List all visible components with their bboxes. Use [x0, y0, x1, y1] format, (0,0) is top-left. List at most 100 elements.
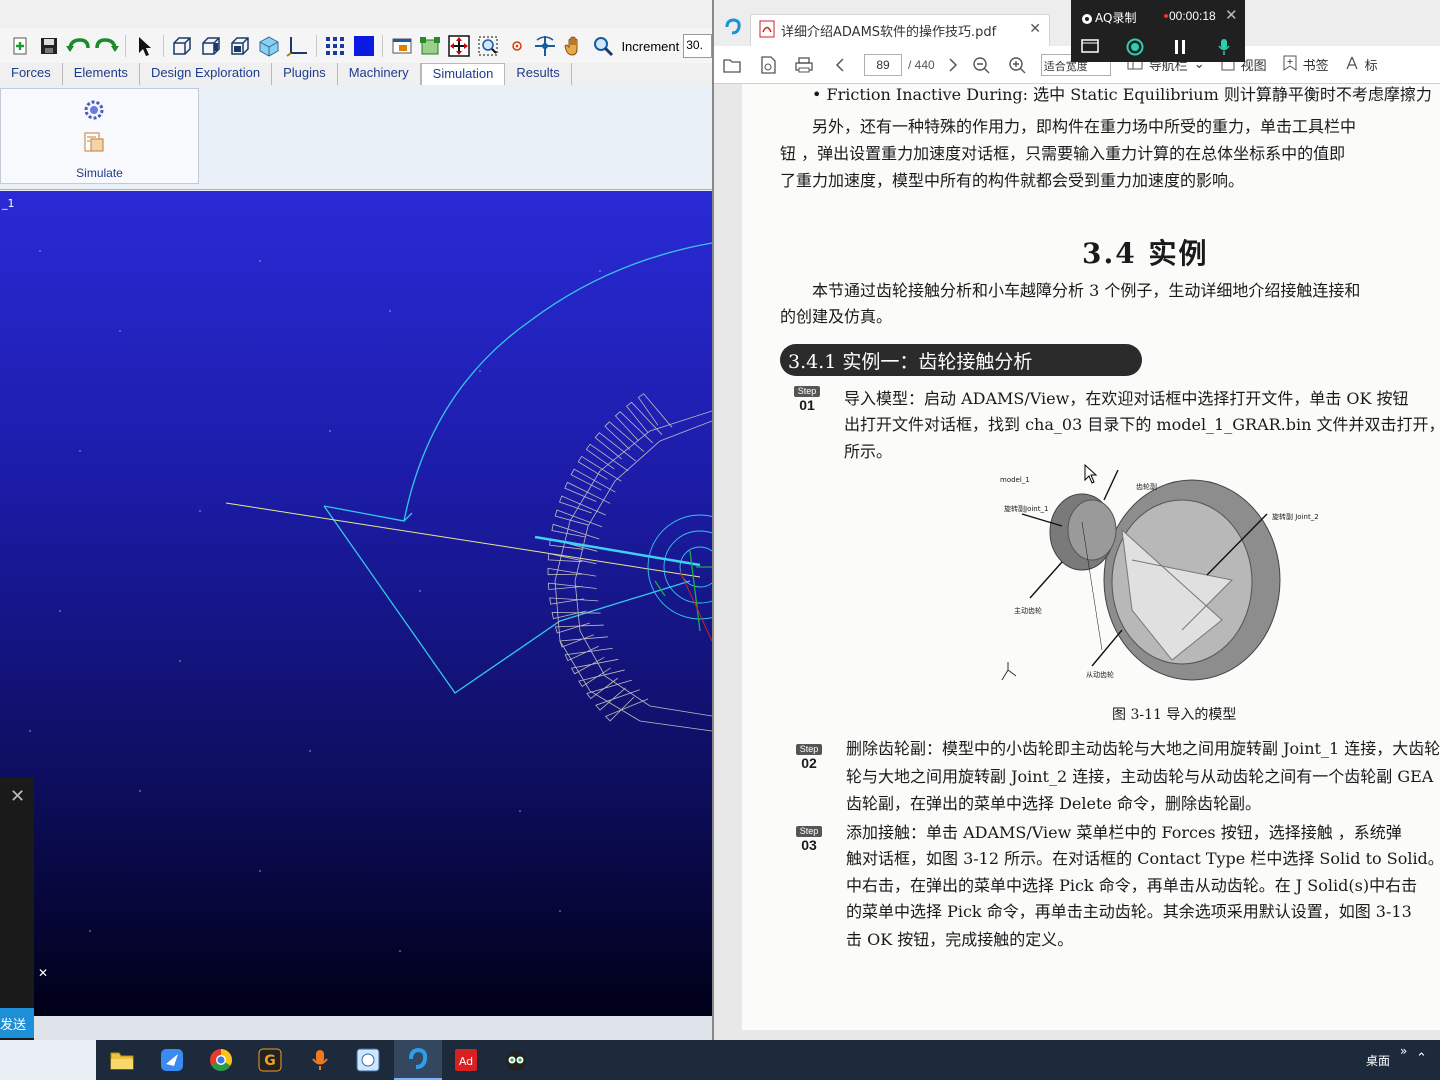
pdf-tab-title: 详细介绍ADAMS软件的操作技巧.pdf	[781, 25, 997, 40]
tab-elements[interactable]: Elements	[63, 63, 140, 85]
annotation-icon	[1345, 55, 1359, 75]
recorder-title: AQ录制	[1095, 11, 1137, 25]
increment-input[interactable]: 30.	[683, 34, 712, 58]
step-number: 03	[801, 837, 817, 853]
desktop-toolbar-label[interactable]: 桌面	[1366, 1052, 1390, 1069]
tab-results[interactable]: Results	[505, 63, 572, 85]
model-name-label: _1	[2, 197, 15, 210]
bookmark-icon	[1283, 55, 1297, 75]
fit-view-icon[interactable]	[447, 33, 472, 59]
new-model-icon[interactable]	[8, 33, 33, 59]
page-total: / 440	[908, 57, 935, 72]
page-number-input[interactable]: 89	[864, 53, 902, 76]
open-folder-icon[interactable]	[714, 50, 750, 80]
close-icon[interactable]: ✕	[10, 786, 25, 807]
figure-label: 从动齿轮	[1086, 671, 1114, 679]
save-icon[interactable]	[37, 33, 62, 59]
text-line: 触对话框，如图 3-12 所示。在对话框的 Contact Type 栏中选择 …	[846, 849, 1440, 868]
text-line: 钮 ，弹出设置重力加速度对话框，只需要输入重力计算的在总体坐标系中的值即	[780, 144, 1346, 163]
view-iso-icon[interactable]	[256, 33, 281, 59]
g-app-icon[interactable]: G	[246, 1040, 294, 1080]
microphone-icon[interactable]	[1217, 38, 1231, 60]
pan-hand-icon[interactable]	[562, 33, 587, 59]
tab-design-exploration[interactable]: Design Exploration	[140, 63, 273, 85]
step-badge: Step 03	[796, 826, 822, 853]
gear-tooth	[559, 495, 606, 516]
rotate-icon[interactable]	[533, 33, 558, 59]
file-explorer-icon[interactable]	[98, 1040, 146, 1080]
bookmark-button[interactable]: 书签	[1283, 55, 1329, 75]
figure-caption: 图 3-11 导入的模型	[1112, 707, 1237, 723]
screenshot-app-icon[interactable]	[344, 1040, 392, 1080]
pdf-reader-taskbar-icon[interactable]	[394, 1040, 442, 1080]
tray-overflow-icon[interactable]: ⌃	[1416, 1051, 1427, 1066]
increment-label: Increment	[621, 38, 680, 54]
gear-tooth	[577, 455, 622, 482]
prev-page-icon[interactable]	[822, 50, 858, 80]
center-icon[interactable]	[504, 33, 529, 59]
gear-tooth	[554, 509, 603, 528]
adams-toolbar: Increment 30.	[0, 28, 712, 64]
coordinate-axes-icon[interactable]	[285, 33, 310, 59]
gear-tooth	[551, 610, 601, 620]
select-arrow-icon[interactable]	[132, 33, 157, 59]
model-viewport[interactable]: _1	[0, 191, 712, 1016]
simulation-script-icon[interactable]	[83, 131, 105, 157]
send-button[interactable]: 发送	[0, 1008, 34, 1038]
view-front-icon[interactable]	[170, 33, 195, 59]
zoom-in-icon[interactable]	[999, 50, 1035, 80]
step-badge: Step 01	[794, 386, 820, 413]
tab-forces[interactable]: Forces	[0, 63, 63, 85]
recorder-mic-app-icon[interactable]	[296, 1040, 344, 1080]
adobe-acrobat-icon[interactable]: Ad	[442, 1040, 490, 1080]
gear-model-wireframe	[29, 242, 712, 952]
text-line: 齿轮副，在弹出的菜单中选择 Delete 命令，删除齿轮副。	[846, 794, 1261, 813]
adams-window: Increment 30. Forces Elements Design Exp…	[0, 0, 712, 1040]
tab-simulation[interactable]: Simulation	[420, 63, 506, 85]
annotation-button[interactable]: 标	[1345, 55, 1378, 75]
simulate-group: Simulate	[0, 88, 199, 184]
render-mode-icon[interactable]	[351, 33, 376, 59]
gear-tooth	[551, 523, 600, 540]
window-icon[interactable]	[389, 33, 414, 59]
view-top-icon[interactable]	[227, 33, 252, 59]
tab-machinery[interactable]: Machinery	[338, 63, 421, 85]
feishu-icon[interactable]	[148, 1040, 196, 1080]
pause-icon[interactable]	[1173, 39, 1187, 59]
gear-tooth	[570, 656, 619, 675]
zoom-icon[interactable]	[591, 33, 616, 59]
layout-icon[interactable]	[418, 33, 443, 59]
step-word: Step	[796, 826, 822, 837]
close-icon[interactable]: ✕	[1225, 6, 1238, 24]
gear-tooth	[626, 401, 663, 435]
export-icon[interactable]	[750, 50, 786, 80]
next-page-icon[interactable]	[943, 50, 963, 80]
tab-plugins[interactable]: Plugins	[272, 63, 338, 85]
undo-icon[interactable]	[65, 33, 91, 59]
owl-app-icon[interactable]	[492, 1040, 540, 1080]
print-icon[interactable]	[786, 50, 822, 80]
zoom-out-icon[interactable]	[963, 50, 999, 80]
toolbar-expand-icon[interactable]: »	[1400, 1044, 1407, 1058]
zoom-box-icon[interactable]	[476, 33, 501, 59]
grid-icon[interactable]	[323, 33, 348, 59]
small-close-icon[interactable]: ✕	[38, 966, 48, 980]
chrome-icon[interactable]	[197, 1040, 245, 1080]
gear-tooth	[570, 468, 616, 493]
figure-label: 旋转副 Joint_2	[1272, 513, 1319, 521]
pdf-document-tab[interactable]: 详细介绍ADAMS软件的操作技巧.pdf ✕	[750, 14, 1050, 46]
region-icon[interactable]	[1081, 38, 1099, 58]
camera-icon[interactable]	[1126, 38, 1144, 60]
step-number: 01	[799, 397, 815, 413]
svg-text:Ad: Ad	[459, 1055, 473, 1068]
gear-icon[interactable]	[83, 99, 105, 125]
pdf-page[interactable]: • Friction Inactive During: 选中 Static Eq…	[742, 84, 1440, 1030]
step-number: 02	[801, 755, 817, 771]
toolbar-separator	[162, 35, 164, 57]
text-line: • Friction Inactive During: 选中 Static Eq…	[812, 85, 1432, 104]
taskbar-input-area	[0, 1040, 96, 1080]
view-right-icon[interactable]	[199, 33, 224, 59]
redo-icon[interactable]	[94, 33, 119, 59]
tab-close-icon[interactable]: ✕	[1029, 21, 1041, 37]
recording-dot-icon	[1164, 14, 1168, 18]
